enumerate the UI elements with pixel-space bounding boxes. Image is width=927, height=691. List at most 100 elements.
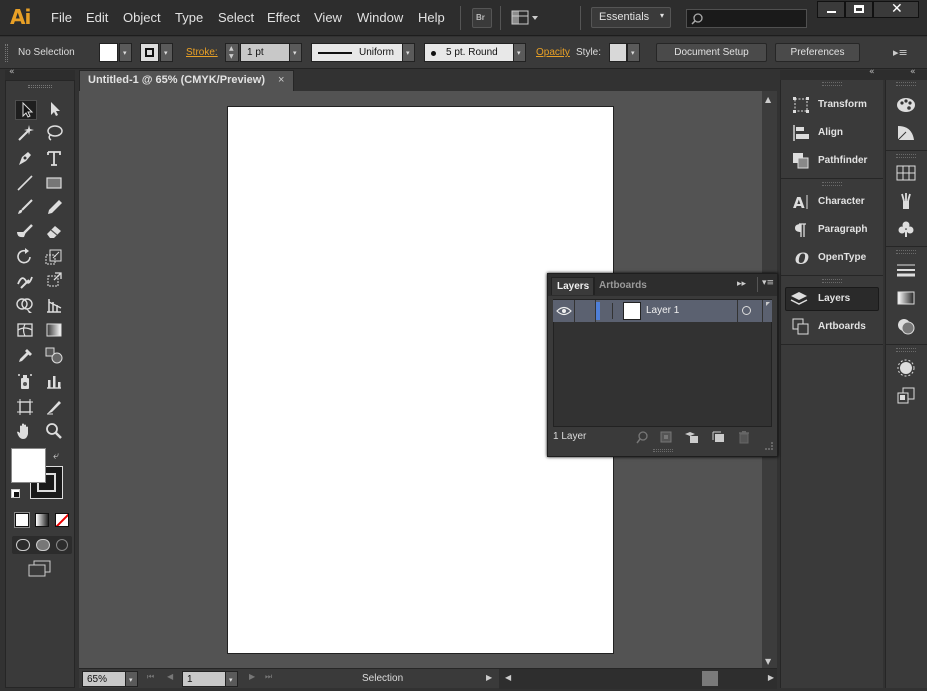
scale-tool[interactable] — [44, 248, 66, 268]
menu-select[interactable]: Select — [218, 10, 254, 25]
menu-type[interactable]: Type — [175, 10, 203, 25]
resize-grip[interactable] — [765, 442, 773, 450]
close-tab-icon[interactable]: × — [278, 74, 284, 86]
panel-grip[interactable] — [896, 348, 916, 352]
locate-object-button[interactable] — [636, 430, 650, 444]
shape-builder-tool[interactable] — [15, 296, 37, 316]
screen-mode-button[interactable] — [28, 560, 52, 578]
layer-name[interactable]: Layer 1 — [646, 305, 679, 316]
panel-grip[interactable] — [653, 449, 673, 452]
brush-dropdown[interactable]: ▾ — [513, 43, 526, 62]
maximize-button[interactable] — [845, 1, 873, 18]
stroke-weight-stepper[interactable]: ▲ ▼ — [225, 43, 239, 62]
warp-tool[interactable] — [15, 272, 37, 292]
default-fill-stroke-icon[interactable] — [11, 489, 20, 498]
color-panel-button[interactable] — [896, 96, 916, 114]
eyedropper-tool[interactable] — [15, 346, 37, 366]
expand-toggle[interactable] — [605, 303, 613, 319]
fill-swatch[interactable] — [99, 43, 118, 62]
swap-fill-stroke-icon[interactable]: ⤶ — [53, 449, 59, 463]
appearance-panel-button[interactable] — [896, 359, 916, 377]
fill-color-box[interactable] — [11, 448, 46, 483]
close-window-button[interactable]: ✕ — [873, 1, 919, 18]
delete-layer-button[interactable] — [738, 430, 750, 444]
gradient-panel-button[interactable] — [896, 289, 916, 307]
preferences-button[interactable]: Preferences — [775, 43, 860, 62]
transparency-panel-button[interactable] — [896, 317, 916, 335]
opentype-panel-button[interactable]: O OpenType — [789, 246, 881, 270]
panel-grip[interactable] — [822, 82, 842, 86]
panel-grip[interactable] — [28, 85, 52, 88]
symbols-panel-button[interactable] — [896, 220, 916, 238]
minimize-button[interactable] — [817, 1, 845, 18]
draw-normal-icon[interactable] — [16, 539, 30, 551]
paintbrush-tool[interactable] — [15, 198, 37, 218]
panel-grip[interactable] — [822, 182, 842, 186]
menu-effect[interactable]: Effect — [267, 10, 300, 25]
stroke-link[interactable]: Stroke: — [186, 47, 218, 58]
artboard-tool[interactable] — [15, 398, 37, 418]
mesh-tool[interactable] — [15, 321, 37, 341]
panel-menu-icon[interactable]: ▾≡ — [762, 278, 774, 288]
scroll-left-icon[interactable]: ◀ — [505, 673, 511, 682]
color-guide-button[interactable] — [896, 124, 916, 142]
gradient-tool[interactable] — [44, 321, 66, 341]
gradient-mode-button[interactable] — [35, 513, 49, 527]
scroll-up-icon[interactable]: ▲ — [765, 95, 771, 104]
make-clipping-mask-button[interactable] — [660, 431, 674, 443]
color-mode-button[interactable] — [14, 512, 30, 528]
rotate-tool[interactable] — [15, 248, 37, 268]
document-tab[interactable]: Untitled-1 @ 65% (CMYK/Preview) × — [79, 70, 294, 91]
rectangle-tool[interactable] — [44, 174, 66, 194]
search-help-input[interactable] — [686, 9, 807, 28]
graphic-styles-panel-button[interactable] — [896, 387, 916, 405]
scroll-down-icon[interactable]: ▼ — [765, 657, 771, 666]
lock-toggle[interactable] — [576, 300, 596, 322]
collapse-icon[interactable]: « — [869, 67, 875, 77]
paragraph-panel-button[interactable]: Paragraph — [789, 218, 881, 242]
menu-object[interactable]: Object — [123, 10, 161, 25]
tab-artboards[interactable]: Artboards — [593, 277, 652, 295]
artboard-number-field[interactable]: 1 — [182, 671, 226, 687]
previous-artboard-icon[interactable]: ◀ — [167, 672, 173, 681]
create-new-layer-button[interactable] — [712, 431, 726, 443]
bridge-button[interactable]: Br — [472, 8, 492, 28]
stroke-weight-dropdown[interactable]: ▾ — [289, 43, 302, 62]
slice-tool[interactable] — [44, 398, 66, 418]
zoom-dropdown[interactable]: ▾ — [125, 671, 138, 687]
type-tool[interactable] — [44, 149, 66, 169]
magic-wand-tool[interactable] — [15, 124, 37, 144]
eraser-tool[interactable] — [44, 222, 66, 242]
hand-tool[interactable] — [15, 422, 37, 442]
pathfinder-panel-button[interactable]: Pathfinder — [789, 149, 881, 173]
menu-edit[interactable]: Edit — [86, 10, 108, 25]
menu-help[interactable]: Help — [418, 10, 445, 25]
direct-selection-tool[interactable] — [44, 100, 66, 120]
blob-brush-tool[interactable] — [15, 222, 37, 242]
first-artboard-icon[interactable]: ⏮ — [147, 672, 154, 682]
graphic-style-swatch[interactable] — [609, 43, 627, 62]
symbol-sprayer-tool[interactable] — [15, 372, 37, 392]
selection-tool[interactable] — [15, 100, 37, 120]
artboard-dropdown[interactable]: ▾ — [225, 671, 238, 687]
stroke-dropdown[interactable]: ▾ — [160, 43, 173, 62]
visibility-toggle[interactable] — [553, 300, 575, 322]
blend-tool[interactable] — [44, 346, 66, 366]
document-setup-button[interactable]: Document Setup — [656, 43, 767, 62]
stroke-weight-field[interactable]: 1 pt — [240, 43, 290, 62]
profile-dropdown[interactable]: ▾ — [402, 43, 415, 62]
collapse-panel-icon[interactable]: ▸▸ — [737, 279, 746, 289]
collapse-icon[interactable]: « — [9, 67, 15, 77]
target-icon[interactable] — [742, 306, 751, 315]
scroll-thumb[interactable] — [702, 671, 718, 686]
transform-panel-button[interactable]: Transform — [789, 93, 881, 117]
panel-grip[interactable] — [822, 279, 842, 283]
brush-definition-field[interactable]: 5 pt. Round — [424, 43, 514, 62]
control-panel-menu-icon[interactable]: ▸≡ — [893, 46, 908, 59]
opacity-link[interactable]: Opacity — [536, 47, 570, 58]
scroll-right-icon[interactable]: ▶ — [768, 673, 774, 682]
column-graph-tool[interactable] — [44, 372, 66, 392]
none-mode-button[interactable] — [55, 513, 69, 527]
menu-view[interactable]: View — [314, 10, 342, 25]
create-sublayer-button[interactable] — [684, 430, 700, 444]
